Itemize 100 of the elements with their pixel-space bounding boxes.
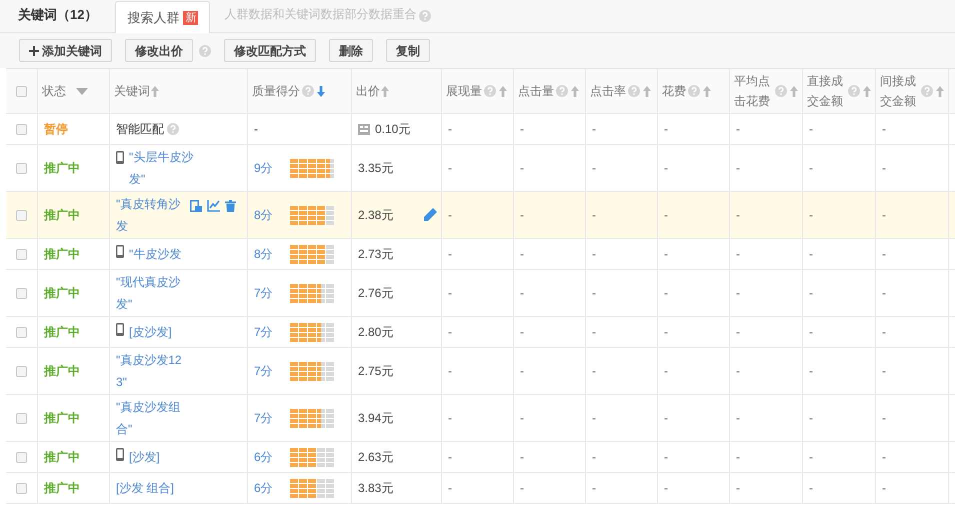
keyword-link[interactable]: "真皮沙发组合"	[116, 396, 188, 440]
column-header[interactable]: 出价	[356, 81, 380, 101]
checkbox[interactable]	[16, 412, 27, 424]
help-icon[interactable]	[302, 85, 314, 97]
keyword-link[interactable]: "真皮转角沙发	[116, 193, 188, 237]
column-header[interactable]: 平均点击花费	[734, 71, 773, 111]
table-row[interactable]: 推广中 [皮沙发] 7分 2.80元 - - - - - - -	[6, 317, 955, 348]
metric-value: -	[664, 246, 668, 263]
sort-up-arrow-icon[interactable]	[863, 86, 871, 96]
table-row[interactable]: 推广中 [沙发] 6分 2.63元 - - - - - - -	[6, 442, 955, 473]
sort-up-arrow-icon[interactable]	[790, 86, 798, 96]
metric-value: -	[592, 207, 596, 224]
metric-value: -	[448, 410, 452, 427]
table-row[interactable]: 暂停 智能匹配 - 0.10元 - - - - - - -	[6, 114, 955, 145]
metric-value: -	[882, 207, 886, 224]
metric-value: -	[809, 285, 813, 302]
help-icon[interactable]	[688, 85, 700, 97]
help-icon[interactable]	[628, 85, 640, 97]
status-text: 推广中	[44, 363, 80, 380]
metric-value: -	[882, 410, 886, 427]
column-header[interactable]: 直接成交金额	[807, 71, 846, 111]
sort-up-arrow-icon[interactable]	[499, 86, 507, 96]
table-row[interactable]: 推广中 [沙发 组合] 6分 3.83元 - - - - - - -	[6, 473, 955, 504]
checkbox[interactable]	[16, 288, 27, 298]
toolbar-button[interactable]: 添加关键词	[19, 39, 112, 62]
table-row[interactable]: 推广中 "真皮沙发组合" 7分 3.94元 - - - - - - -	[6, 395, 955, 442]
dropdown-caret-icon[interactable]	[76, 88, 88, 94]
help-icon[interactable]	[921, 85, 933, 97]
checkbox[interactable]	[16, 124, 27, 134]
keyword-link[interactable]: "现代真皮沙发"	[116, 271, 188, 315]
bid-text: 2.73元	[358, 246, 394, 263]
sort-up-arrow-icon[interactable]	[151, 86, 159, 96]
metric-value: -	[882, 160, 886, 177]
toolbar-button[interactable]: 修改匹配方式	[224, 39, 316, 62]
table-row[interactable]: 推广中 "现代真皮沙发" 7分 2.76元 - - - - - - -	[6, 270, 955, 317]
help-icon[interactable]	[556, 85, 568, 97]
metric-value: -	[448, 121, 452, 138]
column-header[interactable]: 质量得分	[252, 81, 300, 101]
quality-score: 9分	[254, 160, 274, 177]
help-icon[interactable]	[419, 10, 432, 22]
metric-value: -	[520, 246, 524, 263]
toolbar-button[interactable]: 修改出价	[125, 39, 193, 62]
metric-value: -	[448, 363, 452, 380]
metric-value: -	[520, 324, 524, 341]
metric-value: -	[448, 285, 452, 302]
column-header[interactable]: 花费	[662, 81, 686, 101]
keyword-link[interactable]: [皮沙发]	[129, 321, 172, 343]
table-row[interactable]: 推广中 "真皮沙发123" 7分 2.75元 - - - - - - -	[6, 348, 955, 395]
keyword-link: 智能匹配	[116, 121, 164, 138]
sort-up-arrow-icon[interactable]	[936, 86, 944, 96]
column-header[interactable]: 展现量	[446, 81, 482, 101]
copy-icon[interactable]	[190, 200, 202, 212]
checkbox[interactable]	[16, 248, 27, 260]
bid-text: 0.10元	[375, 121, 410, 138]
column-header[interactable]: 状态	[42, 81, 66, 101]
trash-icon[interactable]	[225, 200, 236, 212]
metric-value: -	[736, 324, 740, 341]
status-text: 推广中	[44, 449, 80, 466]
keyword-link[interactable]: [沙发]	[129, 446, 160, 468]
metric-value: -	[736, 285, 740, 302]
column-header[interactable]: 点击率	[590, 81, 626, 101]
help-icon[interactable]	[167, 123, 179, 135]
toolbar-button[interactable]: 删除	[329, 39, 373, 62]
sort-up-arrow-icon[interactable]	[703, 86, 711, 96]
metric-value: -	[664, 285, 668, 302]
tab-title[interactable]: 关键词（12）	[0, 4, 116, 32]
sort-up-arrow-icon[interactable]	[643, 86, 651, 96]
sort-down-arrow-icon[interactable]	[317, 86, 325, 96]
sort-up-arrow-icon[interactable]	[381, 86, 389, 96]
column-header[interactable]: 点击量	[518, 81, 554, 101]
checkbox[interactable]	[16, 86, 27, 96]
column-header[interactable]: 间接成交金额	[880, 71, 919, 111]
checkbox[interactable]	[16, 366, 27, 376]
keyword-link[interactable]: "真皮沙发123"	[116, 349, 188, 393]
checkbox[interactable]	[16, 452, 27, 462]
keyword-link[interactable]: [沙发 组合]	[116, 477, 174, 499]
metric-value: -	[592, 410, 596, 427]
table-row[interactable]: 推广中 "真皮转角沙发 8分 2.38元 - - - - - - -	[6, 192, 955, 239]
help-icon[interactable]	[484, 85, 496, 97]
sort-up-arrow-icon[interactable]	[571, 86, 579, 96]
keyword-link[interactable]: "牛皮沙发	[129, 243, 182, 265]
metric-value: -	[520, 160, 524, 177]
help-icon[interactable]	[199, 44, 211, 56]
bid-text: 3.83元	[358, 480, 394, 497]
metric-value: -	[809, 246, 813, 263]
table-row[interactable]: 推广中 "头层牛皮沙发" 9分 3.35元 - - - - - - -	[6, 145, 955, 192]
bid-text: 2.76元	[358, 285, 394, 302]
table-row[interactable]: 推广中 "牛皮沙发 8分 2.73元 - - - - - - -	[6, 239, 955, 270]
help-icon[interactable]	[775, 85, 787, 97]
checkbox[interactable]	[16, 210, 27, 220]
checkbox[interactable]	[16, 482, 27, 494]
pencil-icon[interactable]	[424, 208, 437, 221]
line-chart-icon[interactable]	[207, 200, 220, 212]
checkbox[interactable]	[16, 162, 27, 174]
toolbar-button[interactable]: 复制	[386, 39, 430, 62]
help-icon[interactable]	[848, 85, 860, 97]
column-header[interactable]: 关键词	[114, 81, 150, 101]
checkbox[interactable]	[16, 326, 27, 338]
tab[interactable]: 搜索人群 新	[115, 1, 210, 33]
keyword-link[interactable]: "头层牛皮沙发"	[129, 146, 201, 190]
